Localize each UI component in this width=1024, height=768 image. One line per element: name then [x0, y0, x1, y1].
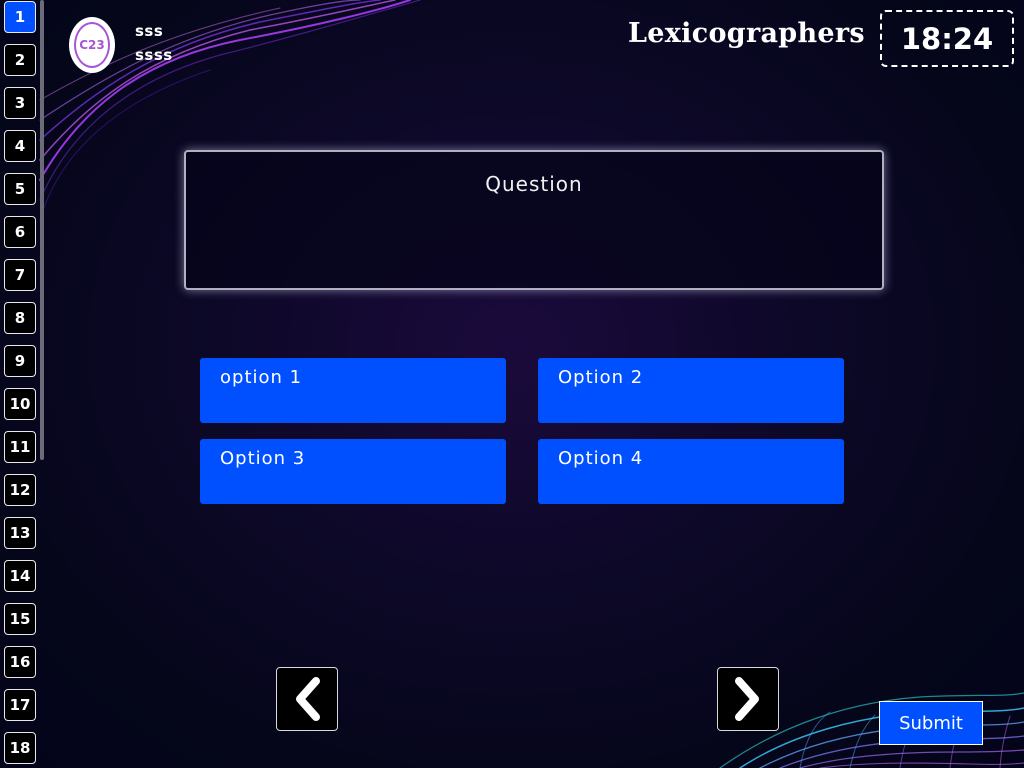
option-3-button[interactable]: Option 3 — [200, 439, 506, 504]
chevron-right-icon — [735, 677, 759, 721]
question-number-1-button[interactable]: 1 — [4, 1, 36, 33]
option-2-button[interactable]: Option 2 — [538, 358, 844, 423]
question-number-8-button[interactable]: 8 — [4, 302, 36, 334]
user-name: sss — [135, 22, 164, 40]
question-number-7-button[interactable]: 7 — [4, 259, 36, 291]
question-number-12-button[interactable]: 12 — [4, 474, 36, 506]
countdown-timer: 18:24 — [880, 10, 1014, 67]
question-number-13-button[interactable]: 13 — [4, 517, 36, 549]
question-navigator-scrollbar[interactable] — [40, 0, 44, 460]
question-number-4-button[interactable]: 4 — [4, 130, 36, 162]
question-number-17-button[interactable]: 17 — [4, 689, 36, 721]
question-number-2-button[interactable]: 2 — [4, 44, 36, 76]
user-id: ssss — [135, 46, 173, 64]
question-number-18-button[interactable]: 18 — [4, 732, 36, 764]
question-number-16-button[interactable]: 16 — [4, 646, 36, 678]
question-number-9-button[interactable]: 9 — [4, 345, 36, 377]
question-number-10-button[interactable]: 10 — [4, 388, 36, 420]
question-number-5-button[interactable]: 5 — [4, 173, 36, 205]
question-number-6-button[interactable]: 6 — [4, 216, 36, 248]
submit-button[interactable]: Submit — [879, 701, 983, 745]
event-title: Lexicographers — [628, 18, 865, 49]
avatar: C23 — [69, 17, 115, 73]
background-decoration — [39, 0, 1024, 768]
question-number-15-button[interactable]: 15 — [4, 603, 36, 635]
question-number-3-button[interactable]: 3 — [4, 87, 36, 119]
option-4-button[interactable]: Option 4 — [538, 439, 844, 504]
question-number-11-button[interactable]: 11 — [4, 431, 36, 463]
avatar-label: C23 — [74, 22, 110, 68]
question-navigator: 1 2 3 4 5 6 7 8 9 10 11 12 13 14 15 16 17 18 — [0, 0, 44, 768]
option-1-button[interactable]: option 1 — [200, 358, 506, 423]
question-box: Question — [184, 150, 884, 290]
chevron-left-icon — [296, 677, 320, 721]
previous-question-button[interactable] — [276, 667, 338, 731]
question-number-14-button[interactable]: 14 — [4, 560, 36, 592]
next-question-button[interactable] — [717, 667, 779, 731]
question-text: Question — [485, 172, 583, 196]
